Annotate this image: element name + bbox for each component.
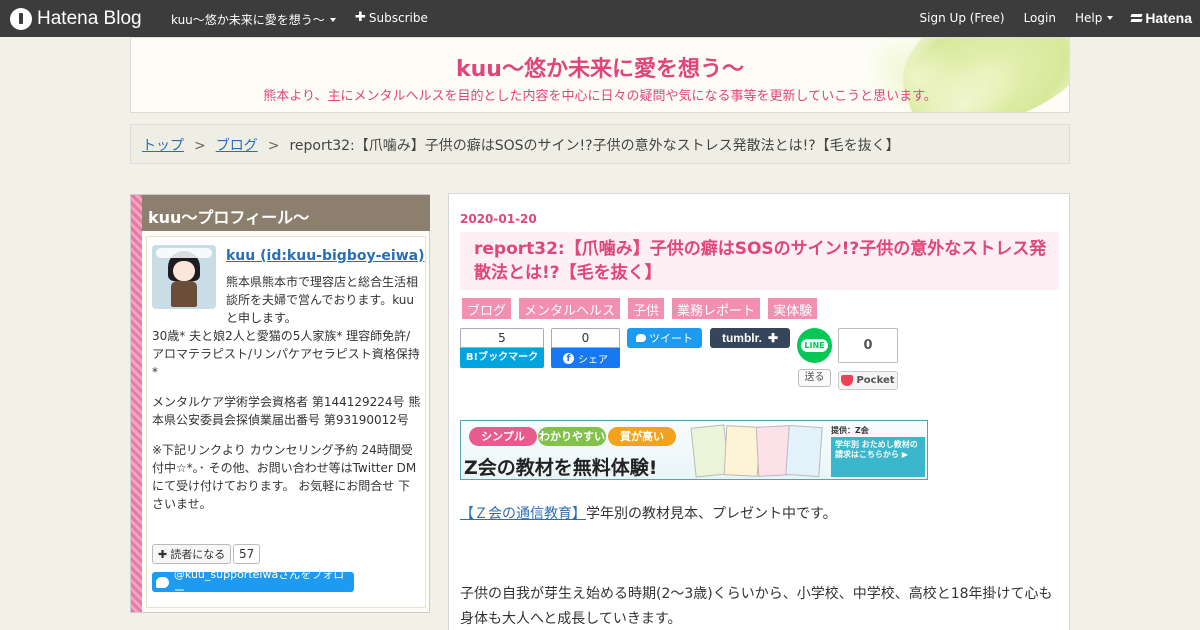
profile-stripe	[131, 195, 142, 612]
banner-pill: シンプル	[469, 427, 537, 446]
tumblr-label: tumblr.	[721, 331, 762, 345]
reader-count: 57	[233, 544, 261, 564]
plus-icon: ✚	[355, 10, 366, 25]
blog-title[interactable]: kuu～悠か未来に愛を想う～	[131, 51, 1069, 83]
zkai-ad-banner[interactable]: シンプル わかりやすい 質が高い Z会の教材を無料体験! 提供：Z会 学年別 お…	[460, 420, 928, 480]
category-tag[interactable]: 実体験	[768, 298, 818, 319]
plus-icon: ✚	[158, 547, 168, 561]
breadcrumb-separator: >	[194, 138, 206, 154]
twitter-bird-icon	[636, 334, 646, 342]
banner-cta: 学年別 おためし教材の 請求はこちらから ▶	[831, 437, 925, 477]
breadcrumb: トップ > ブログ > report32:【爪噛み】子供の癖はSOSのサイン!?子供の意…	[130, 124, 1070, 164]
profile-body: kuu (id:kuu-bigboy-eiwa) 熊本県熊本市で理容店と総合生活…	[146, 236, 426, 608]
banner-pill: 質が高い	[608, 427, 676, 446]
banner-provider: 提供：Z会	[831, 426, 869, 435]
reader-button-label: 読者になる	[170, 548, 226, 561]
banner-pill: わかりやすい	[538, 427, 606, 446]
global-header: Hatena Blog kuu～悠か未来に愛を想う～ ✚ Subscribe S…	[0, 0, 1200, 37]
global-nav: Sign Up (Free) Login Help Hatena	[901, 10, 1192, 26]
pocket-label: Pocket	[856, 375, 895, 386]
plus-icon: ✚	[767, 331, 779, 345]
blog-menu-dropdown[interactable]: kuu～悠か未来に愛を想う～	[171, 11, 336, 28]
hatena-bookmark-widget: 5 B!ブックマーク	[460, 328, 544, 368]
subscribe-button[interactable]: ✚ Subscribe	[355, 10, 428, 25]
post-date[interactable]: 2020-01-20	[460, 212, 537, 226]
brand-name: Hatena Blog	[37, 7, 142, 29]
line-icon: LINE	[801, 339, 828, 352]
profile-intro: 熊本県熊本市で理容店と総合生活相談所を夫婦で営んでおります。kuuと申します。	[226, 275, 419, 325]
twitter-follow-button[interactable]: @kuu_supporteiwaさんをフォロー	[152, 568, 354, 597]
blog-description: 熊本より、主にメンタルヘルスを目的とした内容を中心に日々の疑問や気になる事等を更…	[263, 89, 937, 104]
profile-family: 30歳* 夫と娘2人と愛猫の5人家族* 理容師免許/アロマテラピスト/リンパケア…	[152, 329, 420, 379]
pocket-save-button[interactable]: Pocket	[838, 371, 898, 390]
pocket-icon	[841, 375, 854, 386]
tweet-label: ツイート	[649, 332, 693, 345]
pocket-count: 0	[838, 328, 898, 363]
facebook-share-widget: 0 f シェア	[551, 328, 620, 368]
category-list: ブログ メンタルヘルス 子供 業務レポート 実体験	[462, 298, 825, 319]
profile-heading: kuu～プロフィール～	[142, 195, 430, 231]
category-tag[interactable]: ブログ	[462, 298, 512, 319]
twitter-bird-icon	[156, 576, 169, 588]
post-title[interactable]: report32:【爪噛み】子供の癖はSOSのサイン!?子供の意外なストレス発散…	[474, 237, 1049, 285]
hatena-label: Hatena	[1145, 10, 1192, 26]
facebook-share-button[interactable]: f シェア	[551, 348, 620, 368]
profile-module: kuu～プロフィール～ kuu (id:kuu-bigboy-eiwa) 熊本県…	[130, 194, 430, 613]
facebook-share-label: シェア	[578, 354, 608, 366]
hatena-logo[interactable]: Hatena	[1131, 10, 1192, 26]
category-tag[interactable]: 子供	[628, 298, 665, 319]
chevron-down-icon	[1107, 16, 1114, 20]
profile-notice: ※下記リンクより カウンセリング予約 24時間受付中☆*｡･ その他、お問い合わ…	[152, 443, 417, 511]
category-tag[interactable]: 業務レポート	[672, 298, 761, 319]
book-image	[723, 425, 761, 477]
subscribe-reader-button[interactable]: ✚ 読者になる	[152, 544, 232, 564]
tweet-button[interactable]: ツイート	[627, 328, 702, 348]
facebook-icon: f	[563, 352, 574, 364]
blog-menu-label: kuu～悠か未来に愛を想う～	[171, 13, 325, 27]
post-title-box: report32:【爪噛み】子供の癖はSOSのサイン!?子供の意外なストレス発散…	[460, 232, 1059, 290]
breadcrumb-separator: >	[267, 138, 280, 154]
body-paragraph: 子供の自我が芽生え始める時期(2～3歳)くらいから、小学校、中学校、高校と18年…	[460, 586, 1053, 627]
banner-headline: Z会の教材を無料体験!	[464, 457, 658, 479]
twitter-follow-label: @kuu_supporteiwaさんをフォロー	[173, 568, 345, 597]
breadcrumb-current: report32:【爪噛み】子供の癖はSOSのサイン!?子供の意外なストレス発散…	[289, 138, 900, 154]
help-menu[interactable]: Help	[1074, 11, 1114, 25]
promo-paragraph: 【Ｚ会の通信教育】学年別の教材見本、プレゼント中です。	[460, 502, 1060, 527]
avatar[interactable]	[152, 245, 216, 309]
line-send-button[interactable]: 送る	[798, 369, 831, 387]
subscribe-label: Subscribe	[368, 10, 428, 25]
breadcrumb-top-link[interactable]: トップ	[142, 138, 184, 154]
article: 2020-01-20 report32:【爪噛み】子供の癖はSOSのサイン!?子…	[448, 193, 1070, 630]
signup-link[interactable]: Sign Up (Free)	[920, 11, 1005, 25]
category-tag[interactable]: メンタルヘルス	[519, 298, 621, 319]
hatena-icon	[1131, 13, 1142, 24]
tumblr-share-button[interactable]: tumblr. ✚	[710, 328, 790, 348]
profile-licenses: メンタルケア学術学会資格者 第144129224号 熊本県公安委員会探偵業届出番…	[152, 395, 421, 427]
breadcrumb-blog-link[interactable]: ブログ	[216, 138, 258, 154]
facebook-share-count: 0	[551, 328, 620, 348]
zkai-link[interactable]: 【Ｚ会の通信教育】	[460, 506, 586, 522]
blog-header: kuu～悠か未来に愛を想う～ 熊本より、主にメンタルヘルスを目的とした内容を中心…	[130, 37, 1070, 113]
book-image	[785, 424, 823, 478]
line-share-button[interactable]: LINE	[797, 328, 832, 363]
hatena-blog-logo[interactable]: Hatena Blog	[10, 7, 142, 30]
login-link[interactable]: Login	[1024, 11, 1056, 25]
profile-name-link[interactable]: kuu (id:kuu-bigboy-eiwa)	[226, 248, 424, 264]
promo-text: 学年別の教材見本、プレゼント中です。	[586, 506, 837, 522]
hatena-bookmark-button[interactable]: B!ブックマーク	[460, 348, 544, 368]
help-label: Help	[1074, 11, 1103, 25]
hatena-blog-icon	[10, 7, 32, 30]
hatena-bookmark-count[interactable]: 5	[460, 328, 544, 348]
chevron-down-icon	[329, 17, 336, 22]
